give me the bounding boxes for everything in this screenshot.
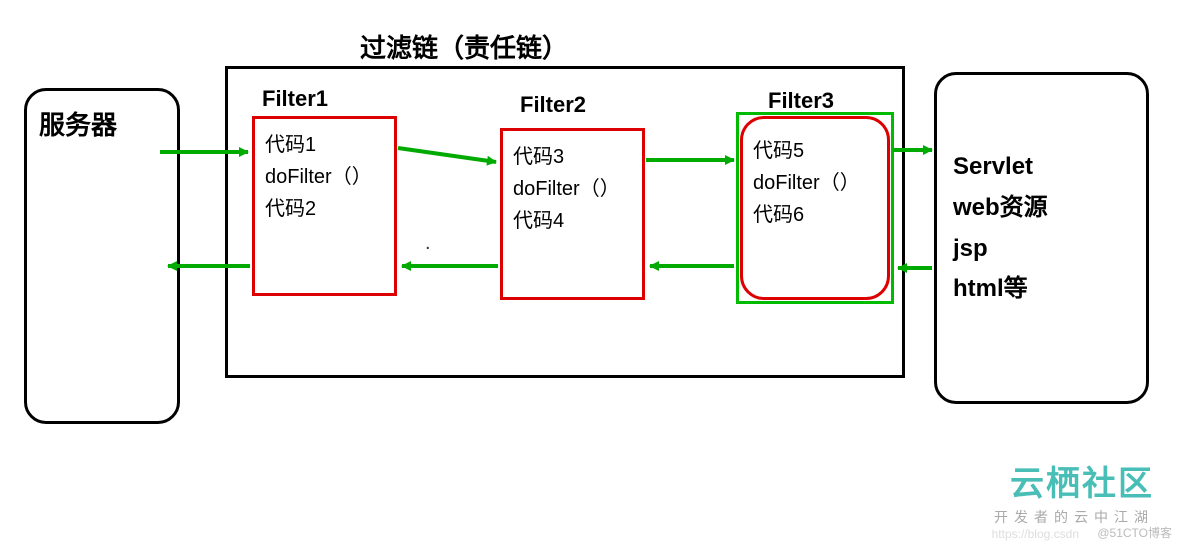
logo: 云栖社区 开发者的云中江湖 bbox=[994, 456, 1154, 527]
watermark: @51CTO博客 bbox=[1097, 524, 1172, 541]
resource-jsp: jsp bbox=[953, 229, 1134, 270]
resource-servlet: Servlet bbox=[953, 147, 1134, 188]
filter2-label: Filter2 bbox=[520, 92, 586, 118]
filter3-green-overlay bbox=[736, 112, 894, 304]
filter2-box: 代码3 doFilter（） 代码4 bbox=[500, 128, 645, 300]
logo-main: 云栖社区 bbox=[994, 456, 1154, 505]
server-label: 服务器 bbox=[39, 110, 117, 140]
filter2-method: doFilter（） bbox=[513, 173, 632, 205]
resource-web: web资源 bbox=[953, 188, 1134, 229]
filter1-code-before: 代码1 bbox=[265, 129, 384, 161]
filter1-label: Filter1 bbox=[262, 86, 328, 112]
filter2-code-before: 代码3 bbox=[513, 141, 632, 173]
resource-html: html等 bbox=[953, 269, 1134, 310]
watermark-csdn: https://blog.csdn bbox=[992, 527, 1079, 541]
stray-dot: . bbox=[425, 232, 431, 255]
filter1-code-after: 代码2 bbox=[265, 193, 384, 225]
diagram-canvas: { "title": "过滤链（责任链）", "server_label": "… bbox=[0, 0, 1184, 549]
filter3-label: Filter3 bbox=[768, 88, 834, 114]
server-box: 服务器 bbox=[24, 88, 180, 424]
filter2-code-after: 代码4 bbox=[513, 205, 632, 237]
filter1-method: doFilter（） bbox=[265, 161, 384, 193]
resource-box: Servlet web资源 jsp html等 bbox=[934, 72, 1149, 404]
diagram-title: 过滤链（责任链） bbox=[360, 28, 568, 65]
filter1-box: 代码1 doFilter（） 代码2 bbox=[252, 116, 397, 296]
